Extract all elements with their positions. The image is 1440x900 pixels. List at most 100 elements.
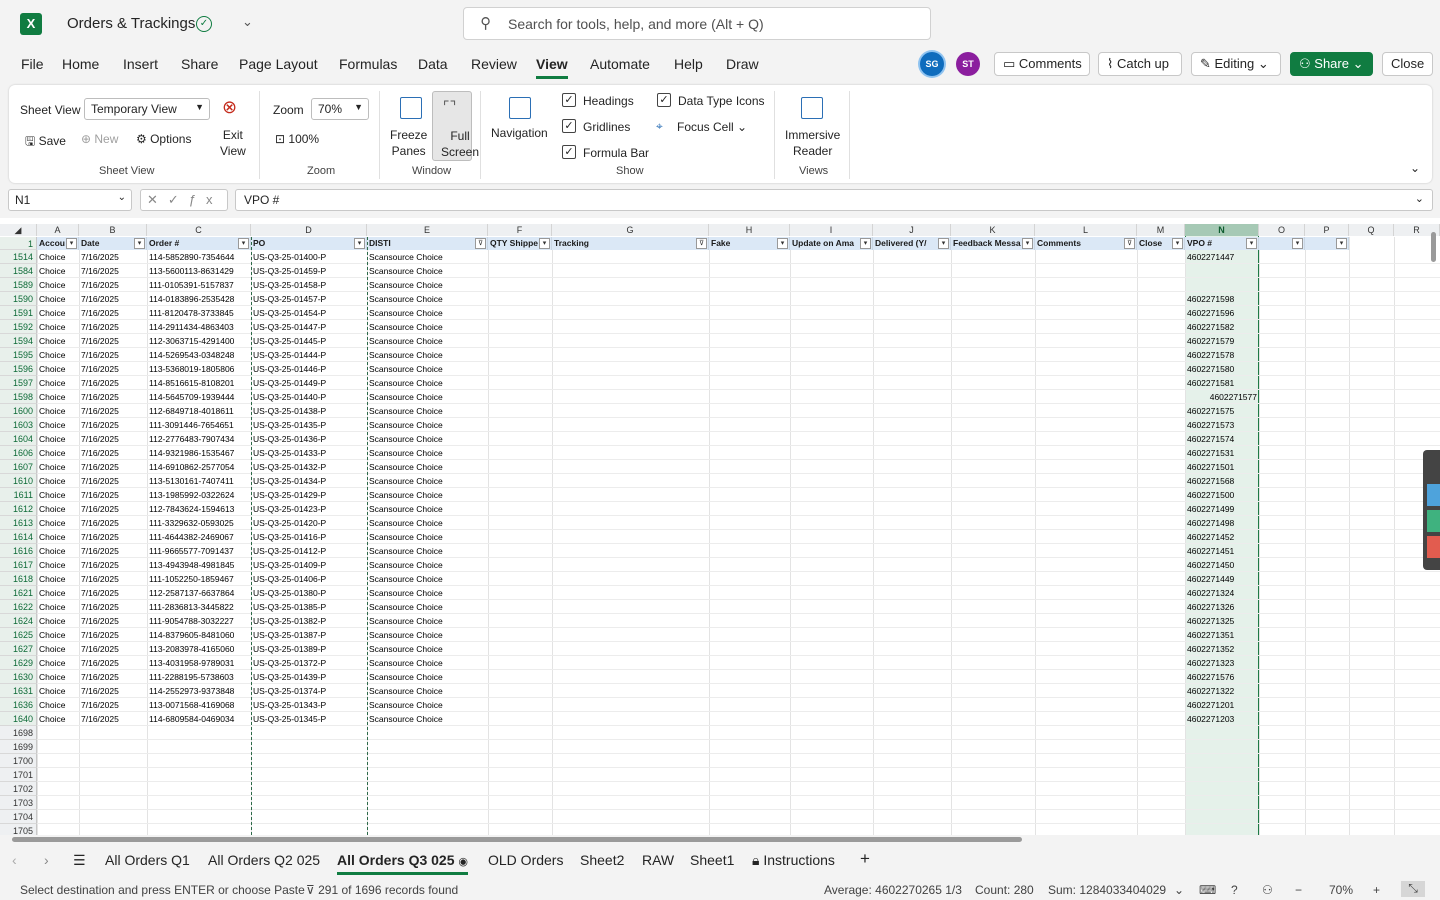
cell-n[interactable]: 4602271498	[1185, 516, 1259, 530]
column-header-m[interactable]: M	[1137, 224, 1185, 236]
menu-file[interactable]: File	[21, 56, 44, 72]
cell-c[interactable]: 114-2552973-9373848	[147, 684, 251, 698]
column-header-d[interactable]: D	[251, 224, 367, 236]
cell-a[interactable]: Choice	[37, 404, 79, 418]
cell-d[interactable]: US-Q3-25-01440-P	[251, 390, 367, 404]
column-header-o[interactable]: O	[1259, 224, 1305, 236]
cell-c[interactable]: 114-5269543-0348248	[147, 348, 251, 362]
cell-c[interactable]: 113-5368019-1805806	[147, 362, 251, 376]
row-header[interactable]: 1704	[0, 810, 37, 824]
gridlines-checkbox[interactable]: ✓	[562, 119, 576, 133]
filter-dropdown-icon[interactable]: ▾	[938, 238, 949, 249]
cell-e[interactable]: Scansource Choice	[367, 404, 488, 418]
cell-d[interactable]: US-Q3-25-01446-P	[251, 362, 367, 376]
filter-dropdown-icon[interactable]: ▾	[1336, 238, 1347, 249]
row-header[interactable]: 1705	[0, 824, 37, 835]
row-header[interactable]: 1616	[0, 544, 37, 558]
row-header[interactable]: 1617	[0, 558, 37, 572]
cell-n[interactable]	[1185, 782, 1259, 796]
cell-d[interactable]: US-Q3-25-01343-P	[251, 698, 367, 712]
row-header[interactable]: 1613	[0, 516, 37, 530]
tab-sheet2[interactable]: Sheet2	[580, 852, 624, 868]
cell-a[interactable]	[37, 824, 79, 835]
cell-c[interactable]: 113-0071568-4169068	[147, 698, 251, 712]
cell-a[interactable]: Choice	[37, 348, 79, 362]
cell-d[interactable]: US-Q3-25-01445-P	[251, 334, 367, 348]
menu-home[interactable]: Home	[62, 56, 99, 72]
cell-c[interactable]: 111-2288195-5738603	[147, 670, 251, 684]
column-header-i[interactable]: I	[790, 224, 873, 236]
cell-n[interactable]: 4602271576	[1185, 670, 1259, 684]
row-header[interactable]: 1627	[0, 642, 37, 656]
row-header[interactable]: 1624	[0, 614, 37, 628]
cell-c[interactable]: 114-8379605-8481060	[147, 628, 251, 642]
cell-c[interactable]	[147, 740, 251, 754]
cell-b[interactable]: 7/16/2025	[79, 600, 147, 614]
filter-dropdown-icon[interactable]: ▾	[1292, 238, 1303, 249]
row-header[interactable]: 1702	[0, 782, 37, 796]
cell-b[interactable]: 7/16/2025	[79, 306, 147, 320]
cell-b[interactable]: 7/16/2025	[79, 390, 147, 404]
fit-screen-icon[interactable]: ⤡	[1401, 881, 1425, 897]
cell-a[interactable]: Choice	[37, 656, 79, 670]
chevron-down-icon[interactable]: ⌄	[1174, 883, 1184, 897]
cell-n[interactable]: 4602271201	[1185, 698, 1259, 712]
cell-e[interactable]: Scansource Choice	[367, 558, 488, 572]
cell-d[interactable]: US-Q3-25-01454-P	[251, 306, 367, 320]
column-header-h[interactable]: H	[709, 224, 790, 236]
row-header[interactable]: 1629	[0, 656, 37, 670]
cell-a[interactable]: Choice	[37, 460, 79, 474]
cell-c[interactable]	[147, 754, 251, 768]
cell-n[interactable]	[1185, 278, 1259, 292]
cell-c[interactable]	[147, 796, 251, 810]
row-header[interactable]: 1607	[0, 460, 37, 474]
next-sheet-icon[interactable]: ›	[44, 852, 49, 868]
cell-c[interactable]: 111-8120478-3733845	[147, 306, 251, 320]
status-sum[interactable]: Sum: 1284033404029	[1048, 883, 1166, 897]
cell-a[interactable]: Choice	[37, 544, 79, 558]
help-icon[interactable]: ?	[1231, 883, 1238, 897]
row-header[interactable]: 1600	[0, 404, 37, 418]
filter-dropdown-icon[interactable]: ▾	[777, 238, 788, 249]
side-tab-red[interactable]	[1427, 536, 1440, 558]
cell-n[interactable]: 4602271450	[1185, 558, 1259, 572]
cell-n[interactable]: 4602271352	[1185, 642, 1259, 656]
cell-b[interactable]	[79, 796, 147, 810]
cell-n[interactable]: 4602271447	[1185, 250, 1259, 264]
row-header[interactable]: 1595	[0, 348, 37, 362]
cell-a[interactable]	[37, 782, 79, 796]
cell-n[interactable]: 4602271581	[1185, 376, 1259, 390]
share-button[interactable]: ⚇ Share ⌄	[1290, 52, 1373, 76]
cell-e[interactable]: Scansource Choice	[367, 334, 488, 348]
select-all-corner[interactable]: ◢	[0, 224, 37, 236]
cell-a[interactable]	[37, 726, 79, 740]
cell-e[interactable]: Scansource Choice	[367, 698, 488, 712]
cell-a[interactable]: Choice	[37, 502, 79, 516]
cell-e[interactable]	[367, 726, 488, 740]
cell-d[interactable]: US-Q3-25-01389-P	[251, 642, 367, 656]
excel-logo-icon[interactable]: X	[20, 13, 42, 35]
row-header[interactable]: 1640	[0, 712, 37, 726]
cell-a[interactable]: Choice	[37, 572, 79, 586]
cell-e[interactable]: Scansource Choice	[367, 488, 488, 502]
cell-d[interactable]: US-Q3-25-01432-P	[251, 460, 367, 474]
cell-b[interactable]	[79, 782, 147, 796]
cell-d[interactable]: US-Q3-25-01420-P	[251, 516, 367, 530]
horizontal-scrollbar[interactable]	[0, 835, 1440, 845]
row-header[interactable]: 1610	[0, 474, 37, 488]
cell-e[interactable]: Scansource Choice	[367, 432, 488, 446]
cell-d[interactable]: US-Q3-25-01380-P	[251, 586, 367, 600]
cell-n[interactable]: 4602271326	[1185, 600, 1259, 614]
cell-c[interactable]: 112-7843624-1594613	[147, 502, 251, 516]
row-header[interactable]: 1591	[0, 306, 37, 320]
column-header-e[interactable]: E	[367, 224, 488, 236]
cell-n[interactable]	[1185, 824, 1259, 835]
cell-e[interactable]: Scansource Choice	[367, 362, 488, 376]
cell-a[interactable]: Choice	[37, 628, 79, 642]
cell-e[interactable]: Scansource Choice	[367, 460, 488, 474]
cell-a[interactable]: Choice	[37, 390, 79, 404]
cell-a[interactable]: Choice	[37, 362, 79, 376]
cell-e[interactable]	[367, 754, 488, 768]
cell-n[interactable]: 4602271578	[1185, 348, 1259, 362]
cell-d[interactable]	[251, 740, 367, 754]
